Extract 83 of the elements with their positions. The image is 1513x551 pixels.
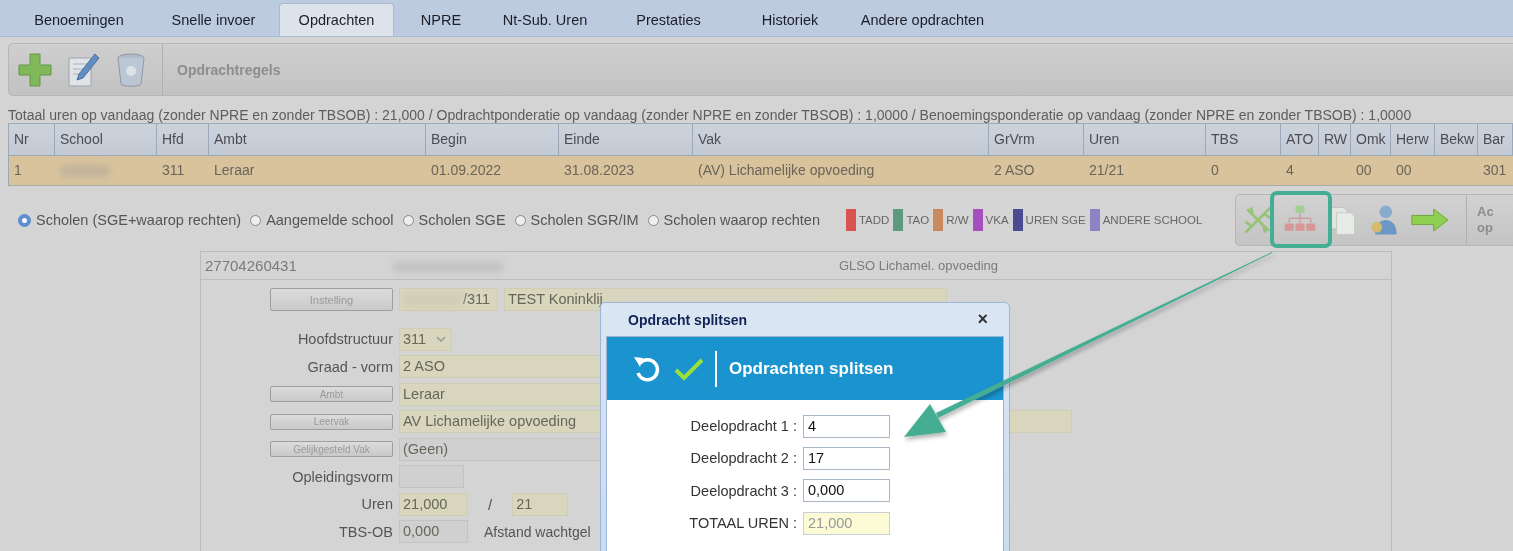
totals-text: Totaal uren op vandaag (zonder NPRE en zonder TBSOB) : 21,000 / Opdrachtponderatie op vandaag (zonder NPRE en zonder TBSOB) : 1,0000 / Benoemingsponderatie op vandaag (zonder NPRE en zonder TBSOB) : 1,0000: [8, 107, 1413, 123]
field-label: Uren: [361, 496, 393, 513]
field-label: Afstand wachtgel: [484, 523, 591, 540]
table-row[interactable]: 1 311 Leraar 01.09.2022 31.08.2023 (AV) Lichamelijke opvoeding 2 ASO 21/21 0 4 00 00 301: [9, 156, 1513, 186]
table-cell-text: 31.08.2023: [563, 161, 636, 180]
table-cell-text: 4: [1285, 161, 1295, 180]
dialog-title: Opdracht splitsen: [628, 311, 748, 328]
field-label: Graad - vorm: [307, 358, 393, 375]
radio-option[interactable]: Scholen SGR/IM: [514, 212, 639, 228]
tab[interactable]: Benoemingen: [10, 3, 148, 36]
table-cell-text: 301: [1482, 161, 1508, 180]
legend-label: ANDERE SCHOOL: [1102, 214, 1203, 226]
input-field[interactable]: 4: [803, 414, 890, 438]
column-header[interactable]: Bekw: [1435, 124, 1478, 155]
field-value: TEST Koninklij: [508, 290, 603, 310]
close-button[interactable]: ×: [975, 309, 990, 330]
field-label: TBS-OB: [339, 523, 393, 540]
legend-label: TAO: [906, 214, 930, 226]
column-header[interactable]: Ambt: [209, 124, 426, 155]
chevron-down-icon: [436, 336, 446, 343]
select-field[interactable]: 311: [399, 327, 452, 351]
column-header[interactable]: Begin: [426, 124, 559, 155]
arrow-right-icon[interactable]: [1410, 206, 1450, 234]
radio-option[interactable]: Aangemelde school: [250, 212, 394, 228]
separator-text: /: [488, 495, 493, 513]
input-field[interactable]: 21,000: [803, 511, 890, 535]
column-header[interactable]: Einde: [559, 124, 693, 155]
field-value: /311: [463, 290, 491, 310]
toolbar-label: op: [1477, 220, 1494, 236]
tab[interactable]: Prestaties: [602, 3, 735, 36]
tab[interactable]: NPRE: [394, 3, 488, 36]
legend-label: R/W: [946, 214, 969, 226]
input-field[interactable]: 17: [803, 446, 890, 470]
column-header[interactable]: RW: [1319, 124, 1351, 155]
radio-option[interactable]: Scholen (SGE+waarop rechten): [18, 212, 242, 228]
table-cell-text: Leraar: [213, 161, 256, 180]
tab[interactable]: Opdrachten: [279, 3, 394, 36]
column-header[interactable]: Uren: [1084, 124, 1206, 155]
column-header[interactable]: School: [55, 124, 157, 155]
column-header[interactable]: Nr: [9, 124, 55, 155]
highlight-frame: [1270, 191, 1332, 248]
tab[interactable]: Historiek: [735, 3, 845, 36]
input-field[interactable]: 21,000: [399, 492, 468, 516]
column-header[interactable]: Hfd: [157, 124, 209, 155]
field-label: Deelopdracht 2 :: [689, 450, 797, 467]
toolbar-label: Ac: [1477, 204, 1494, 220]
record-id: 27704260431: [204, 257, 298, 274]
column-header[interactable]: Bar: [1478, 124, 1513, 155]
dialog-heading: Opdrachten splitsen: [729, 358, 894, 379]
table-cell-text: (AV) Lichamelijke opvoeding: [697, 161, 876, 180]
table-cell-text: 00: [1395, 161, 1413, 180]
column-header[interactable]: TBS: [1206, 124, 1281, 155]
table-cell-text: 2 ASO: [993, 161, 1036, 180]
input-field[interactable]: 0,000: [399, 520, 468, 544]
legend-label: VKA: [985, 214, 1009, 226]
column-header[interactable]: Vak: [693, 124, 989, 155]
column-header[interactable]: ATO: [1281, 124, 1319, 155]
subject-text: GLSO Lichamel. opvoeding: [839, 258, 998, 273]
radio-option[interactable]: Scholen SGE: [402, 212, 506, 228]
radio-option[interactable]: Scholen waarop rechten: [647, 212, 820, 228]
legend-label: UREN SGE: [1025, 214, 1086, 226]
field-label: Hoofdstructuur: [297, 331, 393, 348]
table-cell-text: 21/21: [1088, 161, 1126, 180]
column-header[interactable]: GrVrm: [989, 124, 1084, 155]
column-header[interactable]: Herw: [1391, 124, 1435, 155]
input-field[interactable]: 21: [512, 492, 569, 516]
tab[interactable]: Andere opdrachten: [845, 3, 1000, 36]
table-cell-text: 0: [1210, 161, 1220, 180]
table-cell-text: 311: [161, 161, 186, 180]
field-label: Deelopdracht 1 :: [689, 418, 797, 435]
legend-label: TADD: [858, 214, 890, 226]
input-field[interactable]: /311: [399, 288, 498, 312]
column-header[interactable]: Omk: [1351, 124, 1391, 155]
tab[interactable]: Nt-Sub. Uren: [488, 3, 602, 36]
table-cell-text: 1: [13, 161, 23, 180]
table-cell-text: 01.09.2022: [430, 161, 503, 180]
tab[interactable]: Snelle invoer: [148, 3, 279, 36]
field-label: TOTAAL UREN :: [688, 515, 797, 532]
table-cell-text: 00: [1355, 161, 1373, 180]
field-label: Deelopdracht 3 :: [689, 482, 797, 499]
input-field[interactable]: 0,000: [803, 479, 890, 503]
field-label: Opleidingsvorm: [292, 468, 393, 485]
toolbar-title: Opdrachtregels: [177, 61, 281, 78]
